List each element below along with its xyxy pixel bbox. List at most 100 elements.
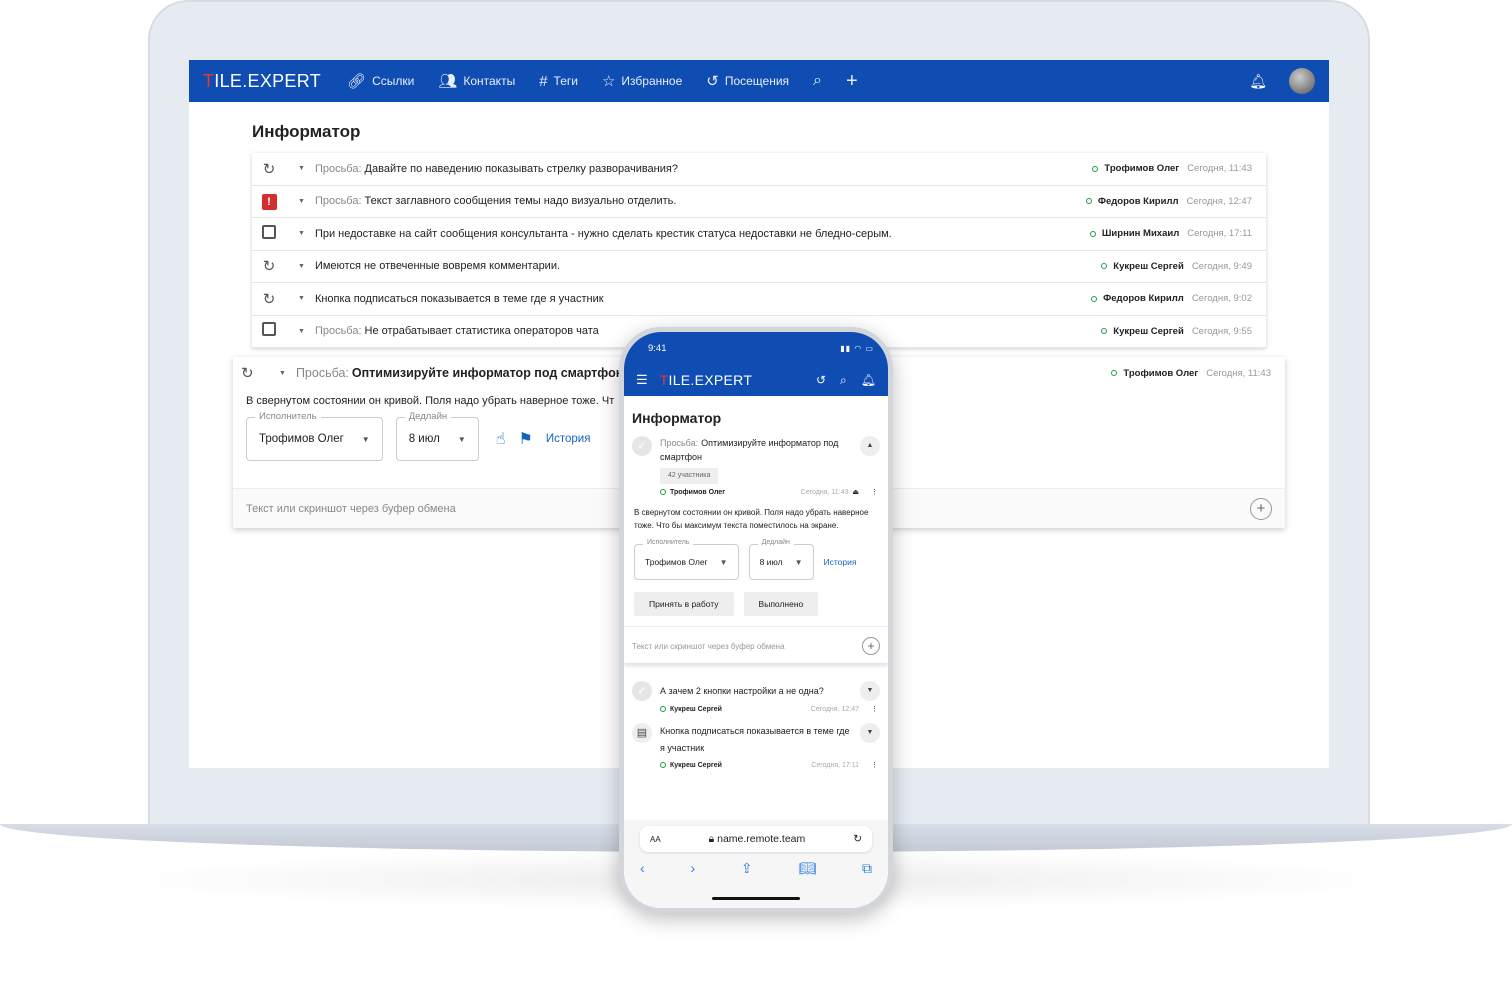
- checkbox[interactable]: [262, 322, 276, 337]
- add-icon[interactable]: +: [846, 70, 858, 93]
- dropdown-icon: ▼: [361, 434, 370, 444]
- topic-row[interactable]: ↻ ▼ Имеются не отвеченные вовремя коммента…: [252, 251, 1266, 283]
- caret-down-icon[interactable]: ▼: [298, 198, 305, 205]
- check-icon[interactable]: ✓: [632, 436, 652, 456]
- assignee-select[interactable]: Исполнитель Трофимов Олег ▼: [634, 539, 739, 580]
- forward-icon[interactable]: ›: [690, 860, 695, 877]
- more-icon[interactable]: ⋮: [871, 705, 878, 713]
- deadline-select[interactable]: Дедлайн 8 июл ▼: [748, 539, 814, 580]
- top-navbar: TILE.EXPERT 🔗︎ Ссылки 👥︎ Контакты # Теги ☆ И…: [189, 60, 1329, 102]
- address-bar[interactable]: AA 🔒︎ name.remote.team ↻: [640, 826, 872, 852]
- history-link[interactable]: История: [824, 557, 857, 567]
- alert-icon[interactable]: !: [261, 194, 277, 211]
- logo[interactable]: TILE.EXPERT: [203, 71, 321, 92]
- clock-icon[interactable]: ↻: [263, 258, 276, 275]
- reload-icon[interactable]: ↻: [853, 833, 862, 845]
- history-link[interactable]: История: [546, 433, 591, 445]
- topic-row[interactable]: ! ▼ Просьба: Текст заглавного сообщения тем…: [252, 186, 1266, 218]
- online-dot: [1101, 263, 1108, 270]
- url-text: name.remote.team: [717, 832, 806, 845]
- phone-expanded-topic[interactable]: ✓ Просьба: Оптимизируйте информатор под с…: [624, 430, 888, 484]
- clipboard-icon[interactable]: ▤: [632, 723, 652, 743]
- list-item[interactable]: ✓ А зачем 2 кнопки настройки а не одна? ▼: [624, 675, 888, 701]
- topic-author: Кукреш Сергей: [670, 705, 722, 713]
- flag-icon[interactable]: ⚑: [518, 429, 532, 449]
- topic-time: Сегодня, 12:47: [1186, 195, 1252, 207]
- bookmarks-icon[interactable]: 📖︎: [798, 860, 816, 877]
- dropdown-icon: ▼: [794, 557, 803, 567]
- bell-icon[interactable]: 🔔︎: [1249, 73, 1267, 90]
- online-dot: [1111, 370, 1118, 376]
- caret-down-icon[interactable]: ▼: [298, 295, 305, 302]
- tabs-icon[interactable]: ⧉: [862, 860, 872, 877]
- online-dot: [1089, 230, 1096, 237]
- bell-icon[interactable]: 🔔︎: [861, 373, 876, 388]
- search-icon[interactable]: ⌕: [813, 72, 822, 90]
- assignee-value: Трофимов Олег: [259, 433, 344, 445]
- nav-visits[interactable]: ↺ Посещения: [706, 72, 789, 90]
- dropdown-icon: ▼: [457, 434, 466, 444]
- topic-list: ↻ ▼ Просьба: Давайте по наведению показыват…: [252, 153, 1266, 348]
- caret-down-icon[interactable]: ▼: [298, 328, 305, 335]
- nav-favorites[interactable]: ☆ Избранное: [602, 72, 682, 90]
- caret-down-icon[interactable]: ▼: [298, 165, 305, 172]
- topic-row[interactable]: ↻ ▼ Просьба: Давайте по наведению показыват…: [252, 153, 1266, 186]
- topic-time: Сегодня, 11:43: [1206, 367, 1271, 379]
- caret-down-icon[interactable]: ▼: [298, 263, 305, 270]
- star-icon: ☆: [601, 73, 616, 90]
- back-icon[interactable]: ‹: [640, 860, 645, 877]
- nav-contacts[interactable]: 👥︎ Контакты: [438, 72, 515, 90]
- text-size-button[interactable]: AA: [650, 835, 661, 844]
- expand-icon[interactable]: ▼: [860, 723, 880, 743]
- more-icon[interactable]: ⋮: [871, 761, 878, 769]
- topic-prefix: Просьба:: [314, 195, 362, 208]
- topic-time: Сегодня, 11:43: [800, 488, 849, 496]
- share-icon[interactable]: ⇪: [741, 860, 753, 877]
- check-icon[interactable]: ✓: [632, 681, 652, 701]
- topic-time: Сегодня, 9:55: [1191, 325, 1252, 337]
- assignee-select[interactable]: Исполнитель Трофимов Олег ▼: [246, 411, 383, 461]
- expand-icon[interactable]: ▼: [860, 681, 880, 701]
- clock-icon[interactable]: ↻: [263, 291, 276, 308]
- participants-badge[interactable]: 42 участника: [660, 468, 719, 484]
- topic-row[interactable]: ↻ ▼ Кнопка подписаться показывается в теме…: [252, 283, 1266, 316]
- search-icon[interactable]: ⌕: [840, 373, 847, 388]
- accept-button[interactable]: Принять в работу: [634, 592, 734, 616]
- deadline-select[interactable]: Дедлайн 8 июл ▼: [395, 411, 479, 461]
- status: ↻: [260, 257, 278, 275]
- topic-title: При недоставке на сайт сообщения консуль…: [314, 227, 892, 240]
- clock-icon[interactable]: ↻: [263, 161, 276, 178]
- history-icon[interactable]: ↺: [816, 373, 826, 388]
- topic-title: Текст заглавного сообщения темы надо виз…: [364, 195, 677, 208]
- caret-down-icon[interactable]: ▼: [279, 370, 286, 377]
- collapse-icon[interactable]: ▲: [860, 436, 880, 456]
- phone-message-input[interactable]: Текст или скриншот через буфер обмена +: [624, 626, 888, 663]
- avatar[interactable]: [1289, 68, 1315, 94]
- nav-links-label: Ссылки: [372, 74, 415, 88]
- hand-pointer-icon[interactable]: ☝︎: [496, 429, 506, 449]
- topic-title: Давайте по наведению показывать стрелку …: [364, 162, 678, 175]
- topic-row[interactable]: ▼ При недоставке на сайт сообщения консул…: [252, 218, 1266, 251]
- menu-icon[interactable]: ☰: [636, 372, 648, 388]
- attach-plus-button[interactable]: +: [1250, 497, 1272, 520]
- online-dot: [660, 489, 666, 495]
- topic-title[interactable]: Оптимизируйте информатор под смартфон: [352, 366, 623, 380]
- topic-prefix: Просьба:: [295, 366, 349, 380]
- checkbox[interactable]: [262, 224, 276, 239]
- phone-app-bar: ☰ TILE.EXPERT ↺ ⌕ 🔔︎: [624, 364, 888, 396]
- caret-down-icon[interactable]: ▼: [298, 230, 305, 237]
- assignee-label: Исполнитель: [255, 411, 321, 422]
- eject-icon[interactable]: ⏏: [852, 488, 859, 496]
- clock-icon[interactable]: ↻: [241, 364, 259, 382]
- topic-prefix: Просьба:: [660, 438, 699, 448]
- topic-time: Сегодня, 11:43: [1187, 163, 1252, 175]
- phone-logo[interactable]: TILE.EXPERT: [660, 372, 753, 388]
- link-icon: 🔗︎: [347, 73, 367, 90]
- attach-plus-button[interactable]: +: [862, 637, 880, 655]
- more-icon[interactable]: ⋮: [871, 488, 878, 496]
- done-button[interactable]: Выполнено: [743, 592, 819, 616]
- nav-tags[interactable]: # Теги: [539, 73, 578, 90]
- nav-links[interactable]: 🔗︎ Ссылки: [347, 72, 414, 90]
- deadline-label: Дедлайн: [757, 539, 794, 546]
- list-item[interactable]: ▤ Кнопка подписаться показывается в теме …: [624, 713, 888, 757]
